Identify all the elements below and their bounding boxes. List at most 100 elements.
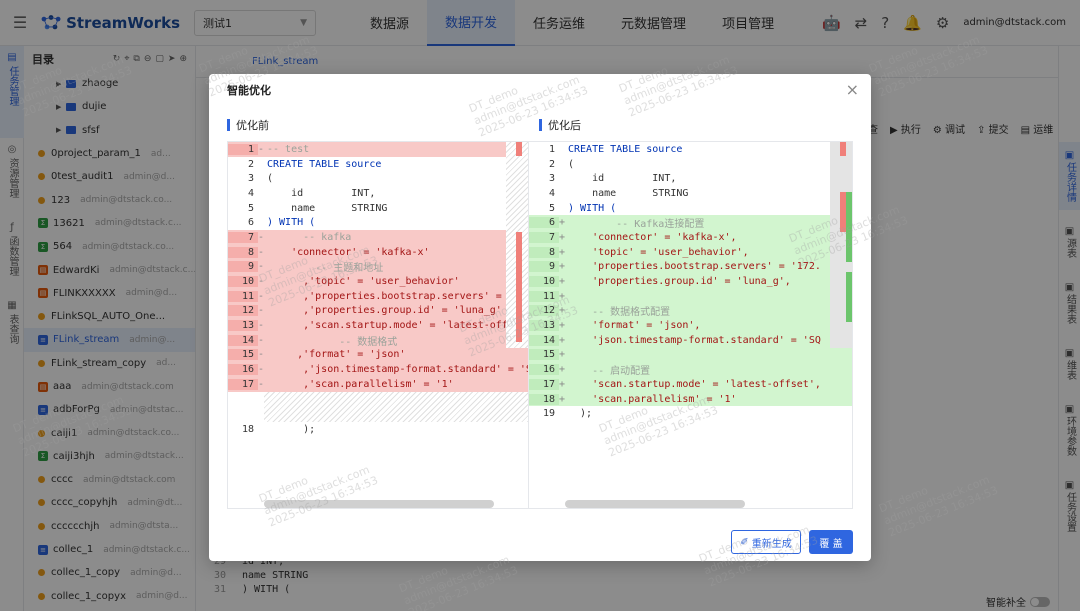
code-text: ( [267,173,274,185]
line-number: 14 [228,334,258,346]
code-line: 8- 'connector' = 'kafka-x' [228,244,528,260]
code-text: ); [267,423,316,435]
code-line: 16- ,'json.timestamp-format.standard' = … [228,362,528,377]
code-text: -- 数据格式 [267,336,398,348]
line-number: 11 [529,290,559,302]
regenerate-label: 重新生成 [751,538,792,550]
code-text: -- kafka [267,231,352,243]
code-text: ) WITH ( [267,217,316,229]
code-text: ,'properties.group.id' = 'luna_g' [267,305,502,317]
minimap-deleted-marker [840,142,846,156]
code-text: name STRING [568,187,689,199]
cover-button[interactable]: 覆 盖 [809,530,853,554]
code-line: 15 + [529,347,852,363]
code-line: 6 + -- Kafka连接配置 [529,215,852,231]
line-number: 8 [529,246,559,258]
code-line: 7 + 'connector' = 'kafka-x', [529,230,852,245]
code-text: ); [568,408,593,420]
code-text: 'connector' = 'kafka-x', [568,231,737,243]
code-text: id INT, [267,187,376,199]
code-text: ,'properties.bootstrap.servers' = '172.1 [267,290,528,302]
code-line: 12 + -- 数据格式配置 [529,303,852,319]
line-number: 6 [529,217,559,229]
code-text: ,'format' = 'json' [267,349,406,361]
code-line: 11 + [529,288,852,304]
line-number: 3 [548,173,555,185]
code-line: 14 + 'json.timestamp-format.standard' = '… [529,332,852,348]
regenerate-button[interactable]: ✐ 重新生成 [731,530,801,554]
after-label: 优化后 [539,117,581,133]
line-number: 2 [548,158,555,170]
code-text: 'properties.group.id' = 'luna_g', [568,276,791,288]
line-number: 16 [529,364,559,376]
line-number: 17 [529,378,559,390]
code-line: 4 id INT, [228,186,528,201]
after-minimap[interactable] [830,142,852,348]
code-text: 'connector' = 'kafka-x' [267,246,430,258]
diff-marker: + [559,290,566,302]
line-number: 5 [548,202,555,214]
line-number: 6 [247,217,254,229]
code-line: 11- ,'properties.bootstrap.servers' = '1… [228,288,528,304]
code-line: 4 name STRING [529,186,852,201]
line-number: 18 [241,423,254,435]
line-number: 5 [247,202,254,214]
line-number: 1 [548,143,555,155]
code-line: 15- ,'format' = 'json' [228,347,528,363]
code-text: ,'scan.startup.mode' = 'latest-offset' [267,320,528,332]
before-minimap[interactable] [506,142,528,348]
line-number: 12 [529,305,559,317]
line-number: 13 [228,320,258,332]
line-number: 10 [529,276,559,288]
code-text: -- test [267,143,310,155]
code-line: 10 + 'properties.group.id' = 'luna_g', [529,274,852,289]
line-number: 15 [529,349,559,361]
code-text: ,'json.timestamp-format.standard' = 'SQL [267,364,528,376]
line-number: 8 [228,246,258,258]
dialog-title: 智能优化 [227,84,271,97]
code-line: 5) WITH ( [529,201,852,216]
code-line: 3 id INT, [529,171,852,186]
code-line: 1- -- test [228,142,528,157]
line-number: 16 [228,364,258,376]
line-number: 13 [529,320,559,332]
close-icon[interactable]: × [846,80,859,99]
line-number: 12 [228,305,258,317]
before-hscrollbar[interactable] [264,500,494,508]
code-line: 7- -- kafka [228,230,528,245]
code-line: 3( [228,171,528,186]
code-text: -- 主题和地址 [267,263,384,275]
code-text: ,'scan.parallelism' = '1' [267,378,454,390]
line-number: 3 [247,173,254,185]
line-number: 18 [529,393,559,405]
code-line: 6 ) WITH ( [228,215,528,230]
minimap-deleted-marker [516,142,522,156]
line-number: 4 [247,187,254,199]
line-number: 10 [228,276,258,288]
code-line: 10- ,'topic' = 'user_behavior' [228,274,528,289]
line-number: 17 [228,378,258,390]
before-code-pane[interactable]: 1- -- test 2 CREATE TABLE source 3(4 id INT,… [227,141,529,509]
code-text: -- Kafka连接配置 [568,219,705,231]
code-line: 18 + 'scan.parallelism' = '1' [529,391,852,407]
code-line: 9- -- 主题和地址 [228,259,528,275]
line-number: 19 [542,408,555,420]
code-text: 'topic' = 'user_behavior', [568,246,749,258]
code-text: 'json.timestamp-format.standard' = 'SQ [568,334,821,346]
code-text: -- 数据格式配置 [568,307,671,319]
diff-marker: + [559,349,566,361]
code-line: 17- ,'scan.parallelism' = '1' [228,377,528,392]
smart-optimize-dialog: 智能优化 × 优化前 优化后 1- -- test 2 CREATE TABLE so… [209,74,871,561]
code-text: name STRING [267,202,388,214]
code-line: 8 + 'topic' = 'user_behavior', [529,244,852,260]
after-hscrollbar[interactable] [565,500,745,508]
code-text: ,'topic' = 'user_behavior' [267,276,460,288]
minimap-deleted-marker [516,232,522,342]
line-number: 14 [529,334,559,346]
after-code-pane[interactable]: 1 CREATE TABLE source 2(3 id INT, 4 name ST… [528,141,853,509]
code-line: 2 CREATE TABLE source [228,157,528,172]
code-text: CREATE TABLE source [267,158,382,170]
code-line: 17 + 'scan.startup.mode' = 'latest-offset… [529,377,852,392]
code-text: CREATE TABLE source [568,143,683,155]
code-line: 2( [529,157,852,172]
